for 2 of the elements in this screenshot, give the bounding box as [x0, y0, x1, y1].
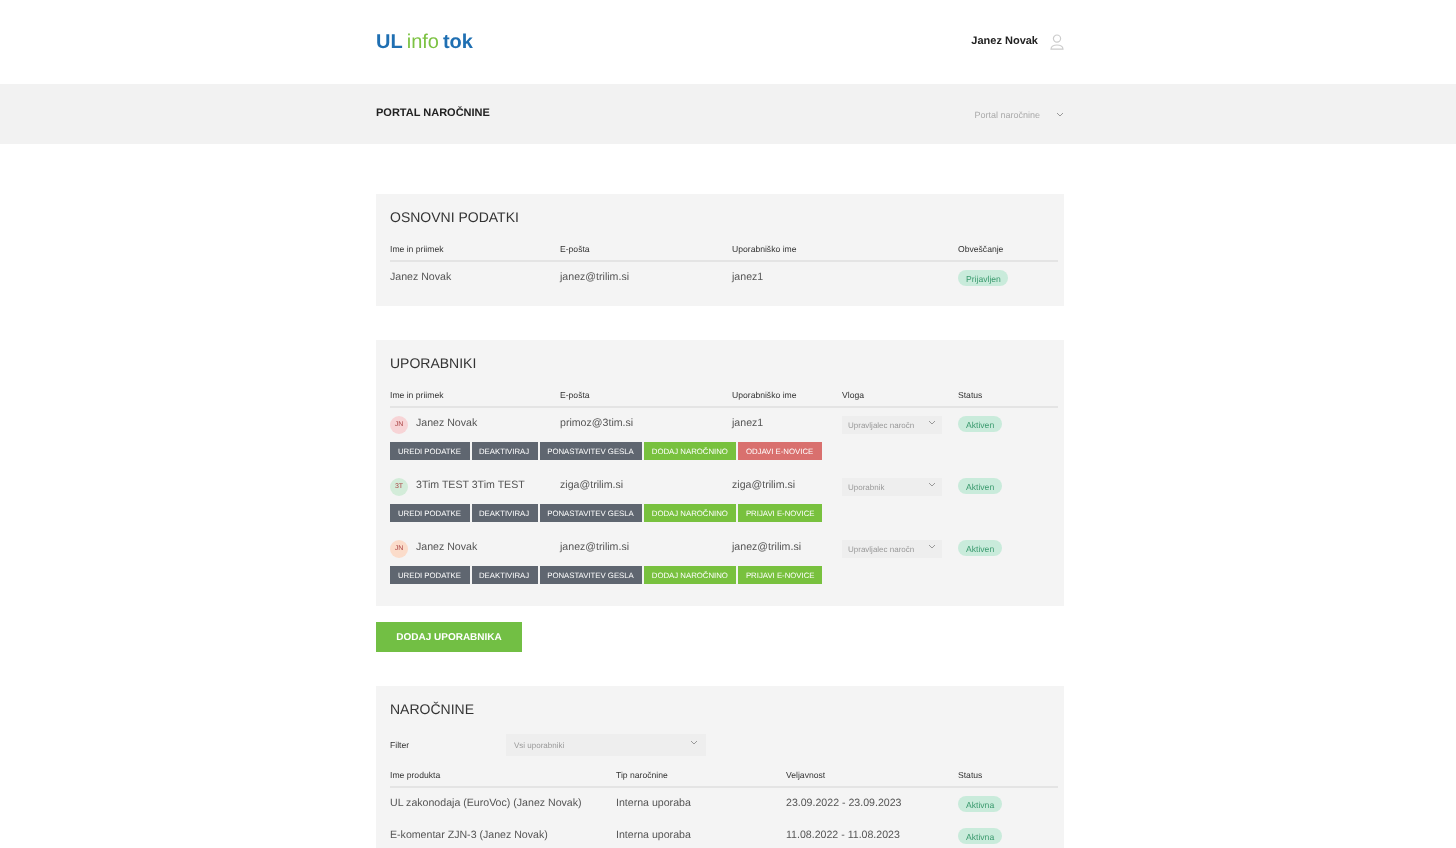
logo[interactable]: UL info tok — [376, 31, 473, 53]
user-icon[interactable] — [1050, 34, 1064, 50]
